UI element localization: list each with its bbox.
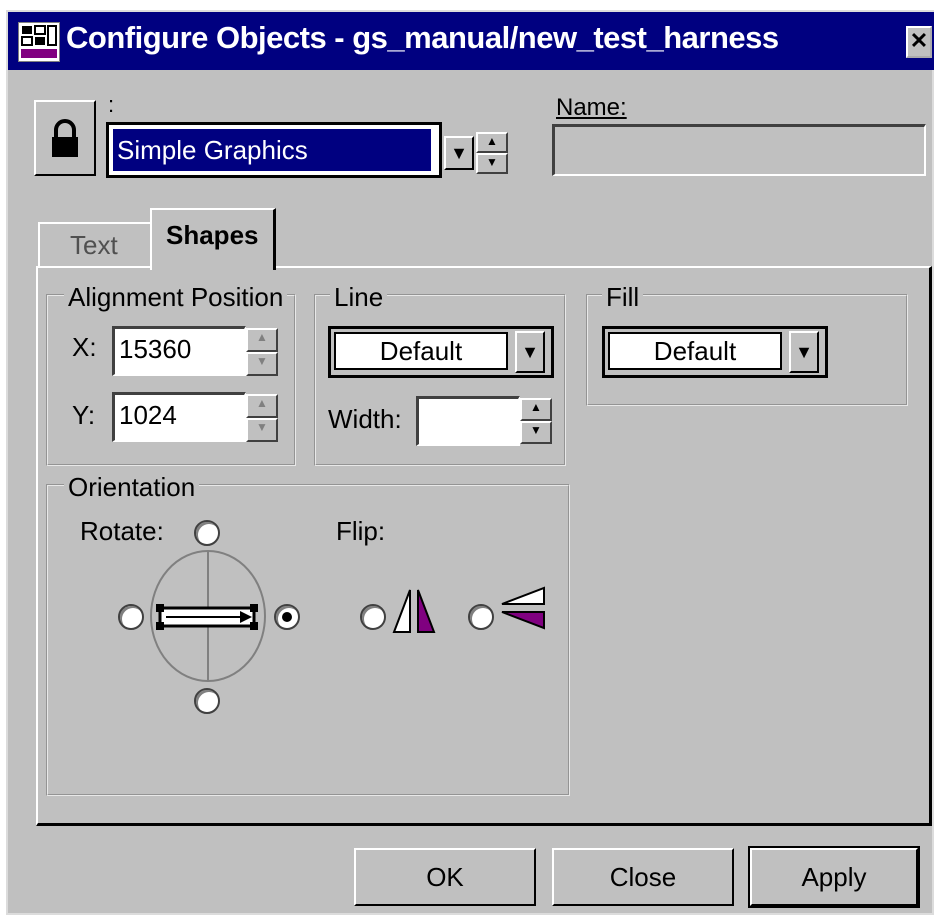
fill-style-select[interactable]: Default ▼ xyxy=(602,326,828,378)
stepper-down-icon[interactable]: ▼ xyxy=(520,421,552,444)
selector-label: : xyxy=(108,92,115,117)
name-field[interactable] xyxy=(552,124,926,176)
tab-text-label: Text xyxy=(70,230,118,260)
window-title: Configure Objects - gs_manual/new_test_h… xyxy=(66,20,779,55)
y-input[interactable]: 1024 xyxy=(112,392,246,442)
line-style-value: Default xyxy=(334,332,508,370)
line-style-select[interactable]: Default ▼ xyxy=(328,326,554,378)
tab-shapes[interactable]: Shapes xyxy=(150,208,276,270)
rotate-label: Rotate: xyxy=(80,516,164,546)
line-title: Line xyxy=(330,282,388,313)
tab-text[interactable]: Text xyxy=(38,222,152,268)
object-type-select[interactable]: Simple Graphics xyxy=(106,122,442,178)
close-icon[interactable]: ✕ xyxy=(906,26,932,58)
stepper-up-icon[interactable]: ▲ xyxy=(246,328,278,352)
rotate-left-radio[interactable] xyxy=(118,604,144,630)
y-stepper[interactable]: ▲ ▼ xyxy=(246,394,278,442)
configure-objects-dialog: Configure Objects - gs_manual/new_test_h… xyxy=(6,10,934,915)
y-label: Y: xyxy=(72,400,96,430)
fill-style-value: Default xyxy=(608,332,782,370)
flip-label: Flip: xyxy=(336,516,386,546)
orientation-title: Orientation xyxy=(64,472,200,503)
width-input[interactable] xyxy=(416,396,520,446)
dropdown-arrow-icon[interactable]: ▼ xyxy=(515,331,545,373)
x-stepper[interactable]: ▲ ▼ xyxy=(246,328,278,376)
alignment-position-title: Alignment Position xyxy=(64,282,288,313)
title-bar[interactable]: Configure Objects - gs_manual/new_test_h… xyxy=(8,12,934,70)
apply-button[interactable]: Apply xyxy=(748,846,920,908)
app-icon xyxy=(18,22,60,62)
tab-shapes-label: Shapes xyxy=(166,220,259,250)
name-label: Name: xyxy=(556,94,627,121)
stepper-up-icon[interactable]: ▲ xyxy=(520,398,552,421)
flip-vertical-icon xyxy=(501,586,545,630)
flip-horizontal-radio[interactable] xyxy=(360,604,386,630)
ok-button[interactable]: OK xyxy=(354,848,536,906)
object-type-stepper[interactable]: ▲ ▼ xyxy=(476,132,508,174)
width-label: Width: xyxy=(328,404,402,434)
x-label: X: xyxy=(72,332,97,362)
stepper-down-icon[interactable]: ▼ xyxy=(246,418,278,442)
close-button[interactable]: Close xyxy=(552,848,734,906)
lock-icon xyxy=(52,119,78,157)
fill-title: Fill xyxy=(602,282,644,313)
rotate-right-radio[interactable] xyxy=(274,604,300,630)
rotation-arrow-icon xyxy=(156,604,258,630)
dropdown-arrow-icon[interactable]: ▼ xyxy=(444,136,474,170)
rotate-down-radio[interactable] xyxy=(194,688,220,714)
width-stepper[interactable]: ▲ ▼ xyxy=(520,398,552,444)
stepper-down-icon[interactable]: ▼ xyxy=(246,352,278,376)
stepper-up-icon[interactable]: ▲ xyxy=(246,394,278,418)
flip-vertical-radio[interactable] xyxy=(468,604,494,630)
stepper-down-icon[interactable]: ▼ xyxy=(476,153,508,174)
lock-button[interactable] xyxy=(34,100,96,176)
dropdown-arrow-icon[interactable]: ▼ xyxy=(789,331,819,373)
object-type-value: Simple Graphics xyxy=(113,129,431,171)
rotate-up-radio[interactable] xyxy=(194,520,220,546)
stepper-up-icon[interactable]: ▲ xyxy=(476,132,508,153)
x-input[interactable]: 15360 xyxy=(112,326,246,376)
flip-horizontal-icon xyxy=(392,589,436,633)
